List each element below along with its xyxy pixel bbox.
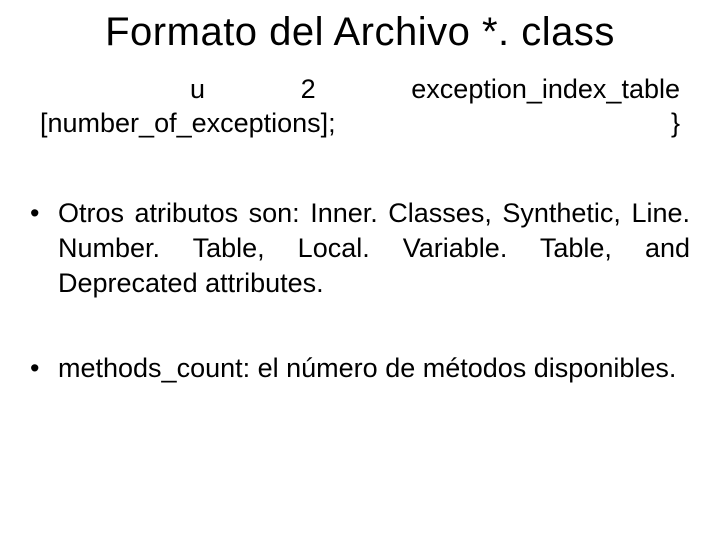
slide-container: Formato del Archivo *. class u 2 excepti… — [0, 0, 720, 540]
code-line-1: u 2 exception_index_table — [40, 73, 680, 107]
code-block: u 2 exception_index_table [number_of_exc… — [40, 73, 680, 141]
slide-title: Formato del Archivo *. class — [30, 10, 690, 55]
bullet-list: Otros atributos son: Inner. Classes, Syn… — [30, 196, 690, 386]
list-item: Otros atributos son: Inner. Classes, Syn… — [30, 196, 690, 301]
list-item: methods_count: el número de métodos disp… — [30, 351, 690, 386]
code-line-2: [number_of_exceptions]; } — [40, 107, 680, 141]
